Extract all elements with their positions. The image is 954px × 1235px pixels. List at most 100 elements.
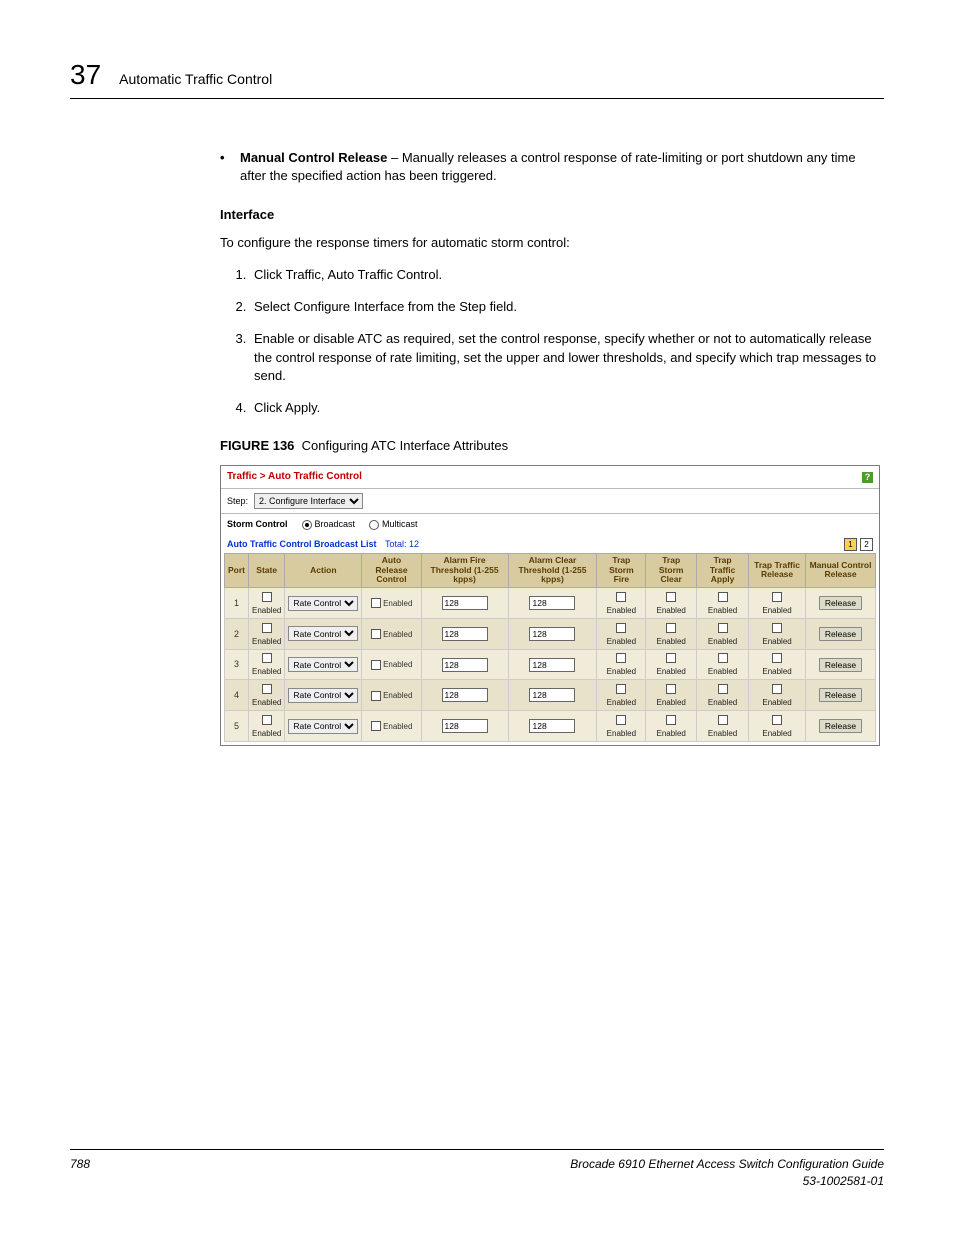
interface-lead: To configure the response timers for aut… [220,234,884,252]
pager-1[interactable]: 1 [844,538,857,551]
cell-port: 5 [225,711,249,742]
checkbox-icon[interactable] [616,623,626,633]
col-clear: Alarm Clear Threshold (1-255 kpps) [508,553,597,587]
cell-action: Rate Control [285,680,362,711]
fire-threshold-input[interactable] [442,627,488,641]
checkbox-icon[interactable] [718,623,728,633]
checkbox-icon[interactable] [666,592,676,602]
pager-2[interactable]: 2 [860,538,873,551]
cell-arc: Enabled [362,711,421,742]
fire-threshold-input[interactable] [442,596,488,610]
cell-port: 3 [225,649,249,680]
action-select[interactable]: Rate Control [288,596,358,611]
help-icon[interactable]: ? [862,472,873,483]
list-header-row: Auto Traffic Control Broadcast List Tota… [221,535,879,553]
checkbox-icon[interactable] [718,715,728,725]
checkbox-icon[interactable] [371,629,381,639]
release-button[interactable]: Release [819,719,862,733]
cell-ttr: Enabled [749,649,806,680]
checkbox-icon[interactable] [262,653,272,663]
clear-threshold-input[interactable] [529,719,575,733]
radio-icon [369,520,379,530]
pager-group: 1 2 [844,538,873,551]
action-select[interactable]: Rate Control [288,719,358,734]
checkbox-icon[interactable] [371,598,381,608]
fire-threshold-input[interactable] [442,688,488,702]
fire-threshold-input[interactable] [442,719,488,733]
checkbox-icon[interactable] [371,660,381,670]
checkbox-icon[interactable] [616,684,626,694]
cell-fire [421,711,508,742]
checkbox-icon[interactable] [666,653,676,663]
chapter-number: 37 [70,55,101,94]
cell-tsc: Enabled [646,588,697,619]
checkbox-icon[interactable] [666,623,676,633]
cell-tsf: Enabled [597,711,646,742]
cell-clear [508,588,597,619]
checkbox-icon[interactable] [772,623,782,633]
page-footer: 788 Brocade 6910 Ethernet Access Switch … [70,1149,884,1190]
checkbox-icon[interactable] [718,653,728,663]
cell-mcr: Release [806,588,876,619]
table-row: 5EnabledRate Control EnabledEnabledEnabl… [225,711,876,742]
checkbox-icon[interactable] [772,684,782,694]
cell-tta: Enabled [697,618,749,649]
checkbox-icon[interactable] [262,623,272,633]
checkbox-icon[interactable] [666,715,676,725]
action-select[interactable]: Rate Control [288,657,358,672]
checkbox-icon[interactable] [666,684,676,694]
cell-action: Rate Control [285,649,362,680]
checkbox-icon[interactable] [718,592,728,602]
step-row: Step: 2. Configure Interface [221,488,879,513]
checkbox-icon[interactable] [262,715,272,725]
procedure-step: Click Apply. [250,399,884,417]
cell-action: Rate Control [285,618,362,649]
action-select[interactable]: Rate Control [288,626,358,641]
checkbox-icon[interactable] [616,653,626,663]
checkbox-icon[interactable] [772,592,782,602]
checkbox-icon[interactable] [772,653,782,663]
cell-tsc: Enabled [646,649,697,680]
step-select[interactable]: 2. Configure Interface [254,493,363,509]
action-select[interactable]: Rate Control [288,688,358,703]
checkbox-icon[interactable] [616,715,626,725]
table-row: 4EnabledRate Control EnabledEnabledEnabl… [225,680,876,711]
clear-threshold-input[interactable] [529,688,575,702]
figure-label: FIGURE 136 [220,438,294,453]
checkbox-icon[interactable] [262,592,272,602]
table-row: 1EnabledRate Control EnabledEnabledEnabl… [225,588,876,619]
checkbox-icon[interactable] [262,684,272,694]
checkbox-icon[interactable] [772,715,782,725]
atc-table: Port State Action Auto Release Control A… [224,553,876,742]
col-arc: Auto Release Control [362,553,421,587]
release-button[interactable]: Release [819,627,862,641]
checkbox-icon[interactable] [718,684,728,694]
col-tsf: Trap Storm Fire [597,553,646,587]
cell-clear [508,711,597,742]
cell-mcr: Release [806,680,876,711]
figure-title: Configuring ATC Interface Attributes [302,438,508,453]
cell-tta: Enabled [697,711,749,742]
broadcast-option[interactable]: Broadcast [302,518,356,531]
cell-ttr: Enabled [749,618,806,649]
cell-tsf: Enabled [597,618,646,649]
figure-caption: FIGURE 136 Configuring ATC Interface Att… [220,437,884,455]
col-mcr: Manual Control Release [806,553,876,587]
checkbox-icon[interactable] [616,592,626,602]
checkbox-icon[interactable] [371,691,381,701]
clear-threshold-input[interactable] [529,596,575,610]
multicast-option[interactable]: Multicast [369,518,418,531]
release-button[interactable]: Release [819,688,862,702]
clear-threshold-input[interactable] [529,658,575,672]
release-button[interactable]: Release [819,596,862,610]
cell-state: Enabled [249,649,285,680]
cell-tsc: Enabled [646,680,697,711]
col-tsc: Trap Storm Clear [646,553,697,587]
procedure-step: Click Traffic, Auto Traffic Control. [250,266,884,284]
clear-threshold-input[interactable] [529,627,575,641]
fire-threshold-input[interactable] [442,658,488,672]
release-button[interactable]: Release [819,658,862,672]
atc-screenshot: Traffic > Auto Traffic Control ? Step: 2… [220,465,880,746]
checkbox-icon[interactable] [371,721,381,731]
bullet-text: Manual Control Release – Manually releas… [240,149,884,185]
